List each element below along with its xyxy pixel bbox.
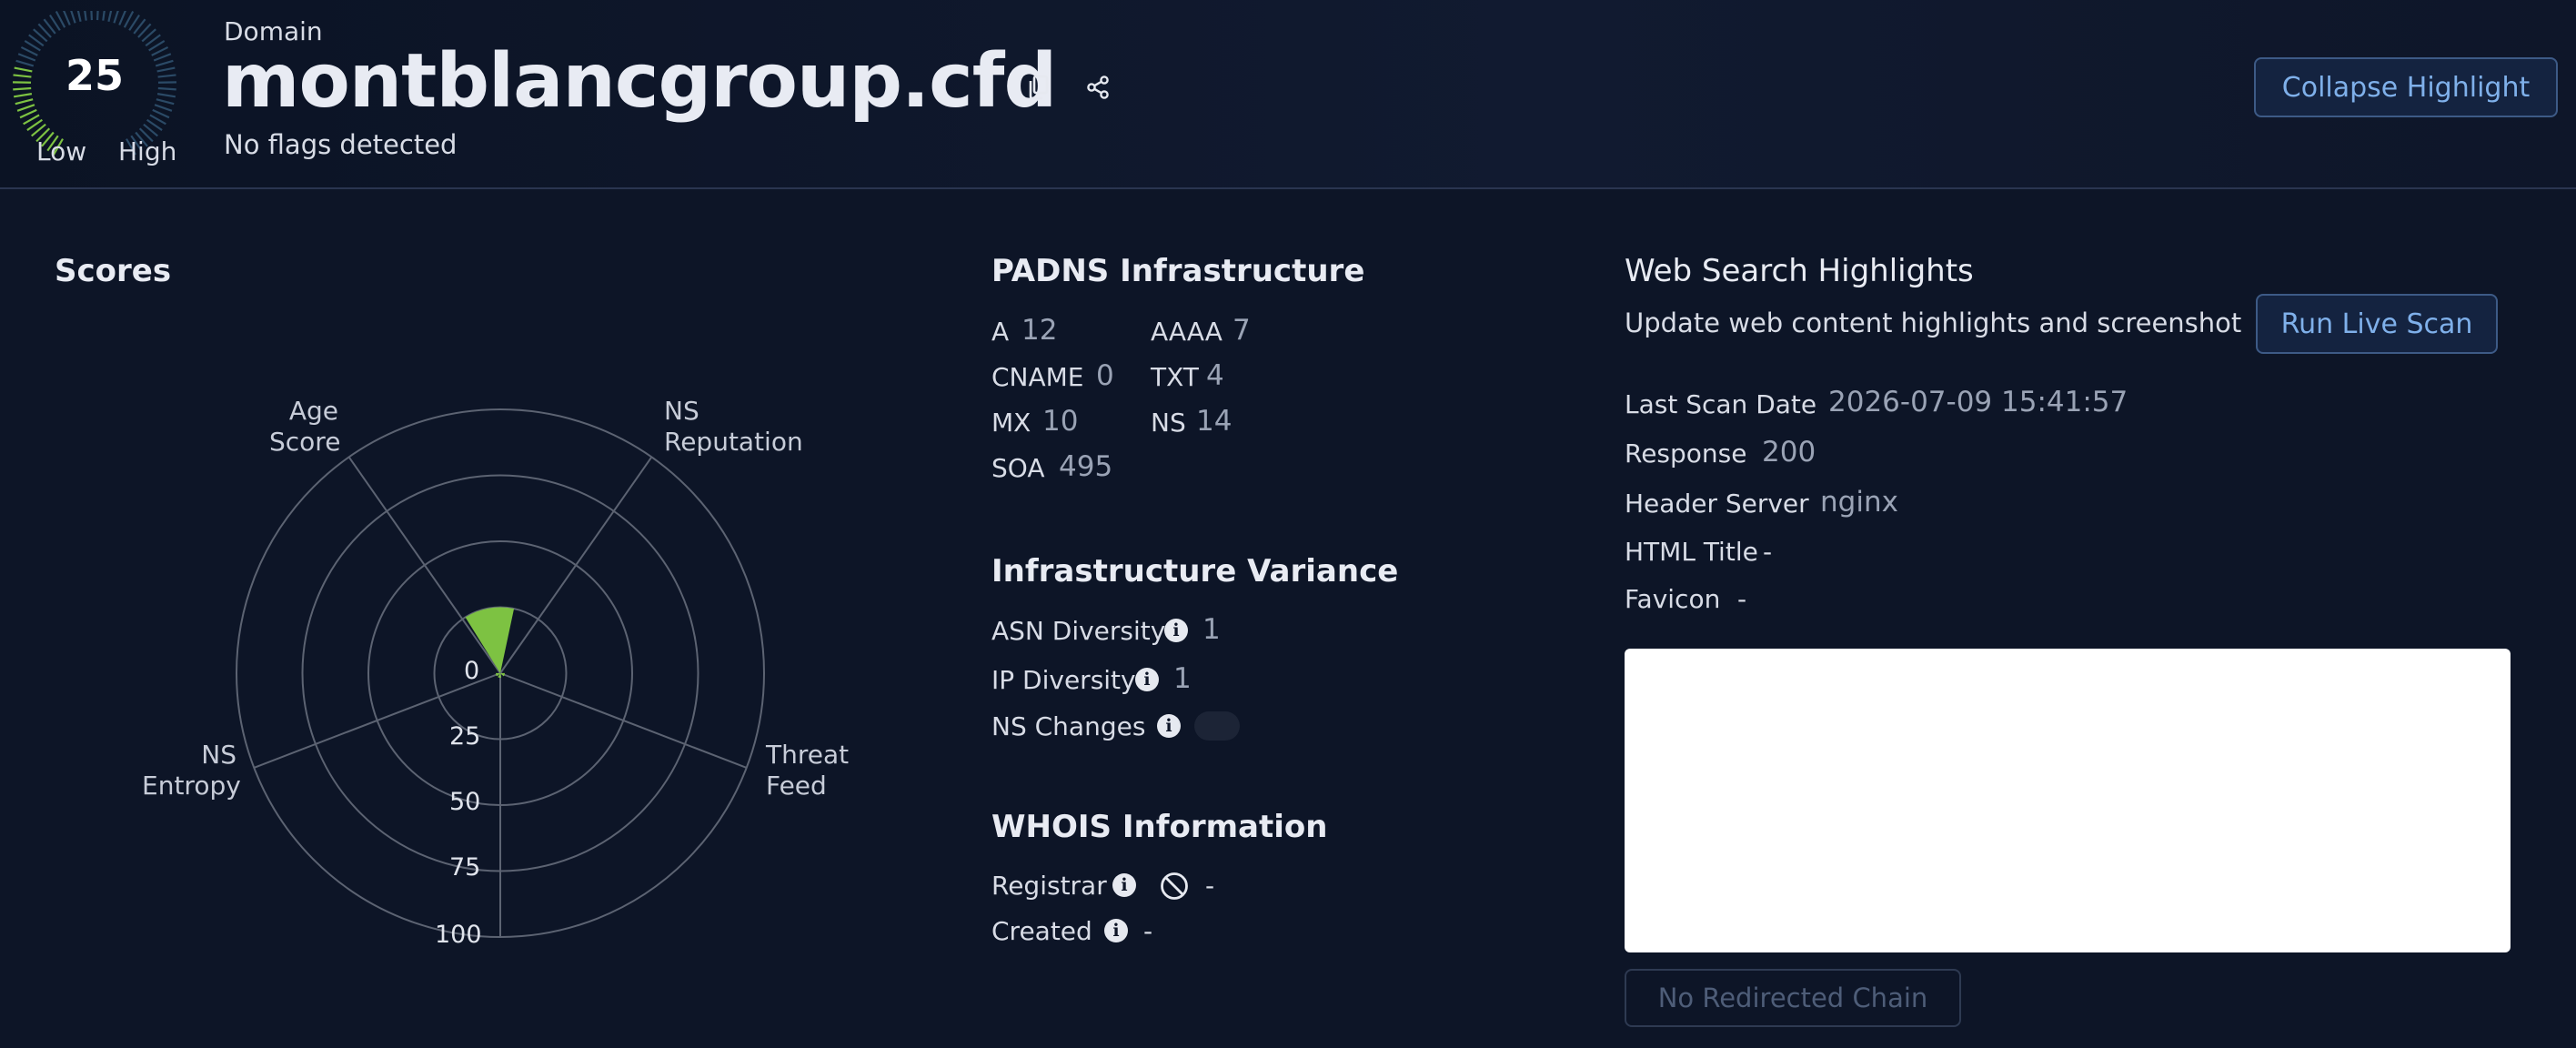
radar-tick-25: 25: [449, 722, 481, 751]
header-server-value: nginx: [1820, 486, 1898, 519]
variance-title: Infrastructure Variance: [991, 553, 1399, 590]
gauge-tick: [89, 2, 93, 21]
header-server-label: Header Server: [1625, 489, 1809, 519]
web-screenshot-preview[interactable]: [1625, 649, 2511, 952]
copy-icon[interactable]: [1021, 69, 1057, 106]
gauge-tick: [107, 3, 114, 22]
gauge-high-label: High: [118, 136, 177, 166]
ip-diversity-info-icon[interactable]: i: [1135, 668, 1159, 691]
axis-label-line: Threat: [766, 740, 850, 770]
axis-label-threat-feed: Threat Feed: [766, 740, 849, 801]
gauge-tick: [68, 5, 76, 24]
padns-txt-label: TXT: [1151, 362, 1199, 392]
axis-label-line: NS: [201, 740, 236, 770]
ns-changes-toggle[interactable]: [1194, 711, 1240, 741]
padns-soa-label: SOA: [991, 453, 1045, 483]
gauge-tick: [75, 3, 82, 22]
registrar-value: -: [1205, 871, 1215, 901]
gauge-tick: [152, 108, 170, 119]
ns-changes-info-icon[interactable]: i: [1157, 714, 1181, 738]
axis-label-line: Reputation: [664, 427, 803, 457]
radar-spoke: [499, 672, 748, 769]
padns-a-value: 12: [1021, 314, 1058, 347]
asn-diversity-label: ASN Diversity: [991, 616, 1166, 646]
registrar-info-icon[interactable]: i: [1112, 873, 1136, 897]
gauge-tick: [113, 5, 121, 24]
risk-score-gauge: 25 Low High: [12, 2, 176, 166]
response-label: Response: [1625, 438, 1747, 469]
created-label: Created: [991, 916, 1092, 946]
radar-tick-100: 100: [435, 921, 482, 949]
axis-label-line: Entropy: [142, 771, 241, 801]
run-live-scan-button[interactable]: Run Live Scan: [2256, 294, 2498, 354]
html-title-label: HTML Title: [1625, 537, 1758, 567]
gauge-tick: [61, 7, 71, 25]
padns-cname-label: CNAME: [991, 362, 1084, 392]
padns-aaaa-value: 7: [1233, 314, 1251, 347]
radar-tick-50: 50: [449, 788, 481, 816]
gauge-tick: [82, 2, 87, 21]
collapse-highlight-button[interactable]: Collapse Highlight: [2254, 57, 2558, 117]
favicon-label: Favicon: [1625, 584, 1721, 614]
axis-label-line: Feed: [766, 771, 827, 801]
risk-score-value: 25: [65, 51, 124, 100]
gauge-tick: [154, 104, 173, 112]
asn-diversity-info-icon[interactable]: i: [1164, 619, 1188, 642]
padns-txt-value: 4: [1206, 359, 1224, 392]
padns-a-label: A: [991, 317, 1010, 347]
domain-header: 25 Low High Domain montblancgroup.cfd No…: [0, 0, 2576, 189]
asn-diversity-value: 1: [1202, 613, 1221, 646]
web-highlights-subtitle: Update web content highlights and screen…: [1625, 307, 2242, 338]
padns-mx-label: MX: [991, 408, 1031, 438]
axis-label-ns-reputation: NS Reputation: [664, 396, 803, 458]
no-redirect-chain-button[interactable]: No Redirected Chain: [1625, 969, 1961, 1027]
scores-radar-chart: [236, 408, 765, 938]
scores-title: Scores: [55, 253, 172, 289]
favicon-value: -: [1737, 584, 1747, 614]
ip-diversity-label: IP Diversity: [991, 665, 1136, 695]
gauge-tick: [118, 7, 128, 25]
last-scan-date-value: 2026-07-09 15:41:57: [1828, 386, 2128, 418]
web-highlights-title: Web Search Highlights: [1625, 253, 1974, 289]
created-value: -: [1143, 916, 1153, 946]
last-scan-date-label: Last Scan Date: [1625, 389, 1817, 419]
gauge-tick-active: [19, 108, 37, 119]
padns-ns-value: 14: [1196, 405, 1233, 438]
padns-mx-value: 10: [1042, 405, 1079, 438]
padns-ns-label: NS: [1151, 408, 1186, 438]
ban-icon: [1159, 871, 1190, 902]
domain-name: montblancgroup.cfd: [222, 38, 1057, 125]
radar-tick-75: 75: [449, 853, 481, 882]
axis-label-ns-entropy: NS Entropy: [142, 740, 241, 801]
created-info-icon[interactable]: i: [1104, 919, 1128, 942]
padns-cname-value: 0: [1096, 359, 1114, 392]
padns-soa-value: 495: [1059, 450, 1113, 483]
radar-spoke: [253, 672, 501, 769]
flags-status: No flags detected: [224, 129, 458, 160]
axis-label-line: Score: [269, 427, 341, 457]
gauge-tick: [96, 2, 100, 21]
padns-aaaa-label: AAAA: [1151, 317, 1223, 347]
html-title-value: -: [1763, 537, 1773, 567]
gauge-tick: [102, 2, 107, 21]
response-value: 200: [1762, 436, 1816, 469]
axis-label-line: Age: [288, 396, 338, 426]
share-icon[interactable]: [1080, 69, 1116, 106]
gauge-low-label: Low: [36, 136, 87, 166]
axis-label-line: NS: [664, 396, 699, 426]
padns-title: PADNS Infrastructure: [991, 253, 1365, 289]
axis-label-age-score: Age Score: [269, 396, 341, 458]
ip-diversity-value: 1: [1173, 662, 1192, 695]
whois-title: WHOIS Information: [991, 809, 1328, 845]
ns-changes-label: NS Changes: [991, 711, 1146, 741]
gauge-tick-active: [16, 104, 35, 112]
radar-tick-0: 0: [464, 657, 480, 685]
registrar-label: Registrar: [991, 871, 1107, 901]
